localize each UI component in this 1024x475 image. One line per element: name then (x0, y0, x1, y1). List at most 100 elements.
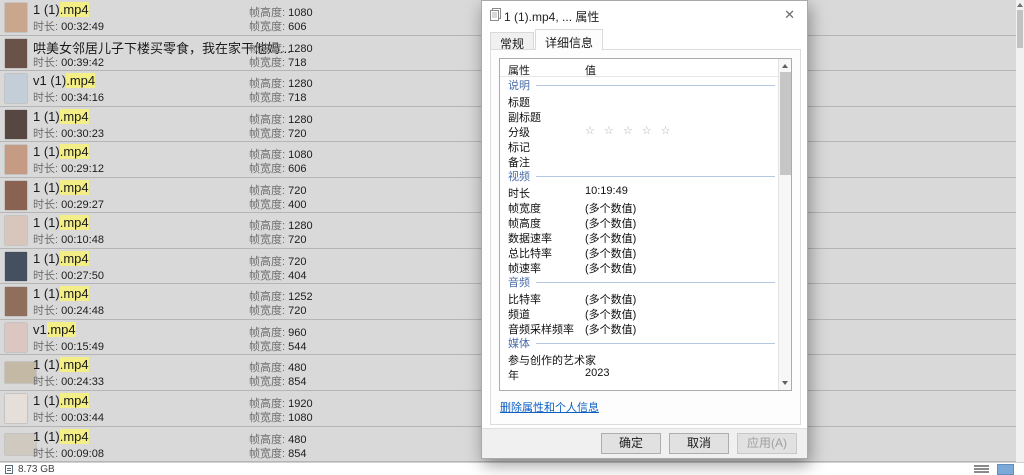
dialog-footer: 确定 取消 应用(A) (482, 428, 807, 458)
file-name: 1 (1).mp4 (33, 180, 89, 195)
property-row[interactable]: 数据速率 (多个数值) (500, 229, 778, 244)
property-row[interactable]: 年 2023 (500, 366, 778, 381)
column-header-property[interactable]: 属性 (508, 62, 530, 78)
property-section-header: 视频 (500, 168, 778, 184)
dialog-titlebar[interactable]: 1 (1).mp4, ... 属性 ✕ (482, 1, 807, 29)
file-name: 1 (1).mp4 (33, 215, 89, 230)
file-frame-width: 帧宽度: 400 (249, 196, 306, 212)
explorer-window: 1 (1).mp4 时长: 00:32:49 帧高度: 1080 帧宽度: 60… (0, 0, 1024, 475)
file-name: 1 (1).mp4 (33, 286, 89, 301)
property-row[interactable] (500, 381, 778, 387)
properties-listbox: 属性 值 说明 标题 副标题 分级 ☆ ☆ ☆ ☆ ☆ 标记 备注 视频 时长 … (499, 58, 792, 391)
scroll-up-icon[interactable] (782, 64, 788, 68)
file-name: 1 (1).mp4 (33, 144, 89, 159)
details-tab-page: 属性 值 说明 标题 副标题 分级 ☆ ☆ ☆ ☆ ☆ 标记 备注 视频 时长 … (490, 49, 801, 425)
property-row[interactable]: 分级 ☆ ☆ ☆ ☆ ☆ (500, 123, 778, 138)
column-header-value[interactable]: 值 (585, 62, 596, 78)
property-section-header: 说明 (500, 77, 778, 93)
property-row[interactable]: 备注 (500, 153, 778, 168)
property-row[interactable]: 参与创作的艺术家 (500, 351, 778, 366)
apply-button: 应用(A) (737, 433, 797, 454)
video-thumbnail (5, 394, 27, 423)
scroll-up-icon[interactable] (1017, 3, 1023, 7)
multiple-files-icon (489, 8, 502, 27)
section-label: 音频 (508, 274, 530, 290)
view-toggles (974, 464, 1014, 475)
file-frame-width: 帧宽度: 854 (249, 373, 306, 389)
section-label: 说明 (508, 77, 530, 93)
file-duration: 时长: 00:39:42 (33, 54, 104, 70)
file-duration: 时长: 00:09:08 (33, 445, 104, 461)
file-frame-width: 帧宽度: 1080 (249, 409, 313, 425)
property-row[interactable]: 帧速率 (多个数值) (500, 259, 778, 274)
scrollbar-thumb[interactable] (780, 72, 791, 175)
cancel-button[interactable]: 取消 (669, 433, 729, 454)
scroll-down-icon[interactable] (782, 381, 788, 385)
tab-general[interactable]: 常规 (490, 32, 534, 50)
video-thumbnail (5, 74, 27, 103)
file-name: 1 (1).mp4 (33, 109, 89, 124)
ok-button[interactable]: 确定 (601, 433, 661, 454)
property-row[interactable]: 帧高度 (多个数值) (500, 214, 778, 229)
property-row[interactable]: 音频采样频率 (多个数值) (500, 320, 778, 335)
video-thumbnail (5, 145, 27, 174)
file-name: 1 (1).mp4 (33, 393, 89, 408)
property-row[interactable]: 帧宽度 (多个数值) (500, 199, 778, 214)
file-name: 1 (1).mp4 (33, 429, 89, 444)
close-icon[interactable]: ✕ (784, 7, 795, 23)
status-left: 8.73 GB (5, 464, 55, 475)
properties-rows: 属性 值 说明 标题 副标题 分级 ☆ ☆ ☆ ☆ ☆ 标记 备注 视频 时长 … (500, 59, 778, 390)
property-value: 2023 (585, 367, 609, 379)
file-duration: 时长: 00:24:48 (33, 302, 104, 318)
file-duration: 时长: 00:10:48 (33, 231, 104, 247)
section-divider (536, 343, 775, 344)
details-view-icon[interactable] (974, 464, 989, 474)
file-frame-width: 帧宽度: 720 (249, 231, 306, 247)
video-thumbnail (5, 110, 27, 139)
property-row[interactable]: 比特率 (多个数值) (500, 290, 778, 305)
file-name: v1 (1).mp4 (33, 73, 95, 88)
file-duration: 时长: 00:30:23 (33, 125, 104, 141)
file-frame-width: 帧宽度: 606 (249, 18, 306, 34)
property-row[interactable]: 标记 (500, 138, 778, 153)
file-duration: 时长: 00:24:33 (33, 373, 104, 389)
file-frame-width: 帧宽度: 606 (249, 160, 306, 176)
section-divider (536, 85, 775, 86)
property-row[interactable]: 总比特率 (多个数值) (500, 244, 778, 259)
properties-dialog: 1 (1).mp4, ... 属性 ✕ 常规 详细信息 属性 值 说明 标题 副… (481, 0, 808, 459)
selection-size-text: 8.73 GB (18, 464, 55, 475)
section-divider (536, 282, 775, 283)
file-duration: 时长: 00:15:49 (33, 338, 104, 354)
explorer-vertical-scrollbar[interactable] (1016, 0, 1024, 462)
property-section-header: 音频 (500, 274, 778, 290)
section-label: 媒体 (508, 335, 530, 351)
thumbnails-view-icon[interactable] (997, 464, 1014, 475)
file-duration: 时长: 00:03:44 (33, 409, 104, 425)
video-thumbnail (5, 39, 27, 68)
file-frame-width: 帧宽度: 720 (249, 125, 306, 141)
video-thumbnail (5, 3, 27, 32)
video-thumbnail (5, 252, 27, 281)
remove-properties-link[interactable]: 删除属性和个人信息 (500, 399, 599, 415)
file-name: v1.mp4 (33, 322, 76, 337)
property-section-header: 媒体 (500, 335, 778, 351)
listbox-scrollbar[interactable] (778, 59, 791, 390)
video-thumbnail (5, 181, 27, 210)
tab-details[interactable]: 详细信息 (535, 29, 603, 50)
file-duration: 时长: 00:34:16 (33, 89, 104, 105)
listbox-header: 属性 值 (500, 59, 778, 77)
property-row[interactable]: 时长 10:19:49 (500, 184, 778, 199)
property-row[interactable]: 频道 (多个数值) (500, 305, 778, 320)
dialog-title: 1 (1).mp4, ... 属性 (504, 8, 599, 25)
scrollbar-thumb[interactable] (1017, 10, 1023, 48)
tab-strip: 常规 详细信息 (490, 29, 604, 50)
property-row[interactable]: 副标题 (500, 108, 778, 123)
file-name: 1 (1).mp4 (33, 357, 89, 372)
section-divider (536, 176, 775, 177)
file-duration: 时长: 00:29:12 (33, 160, 104, 176)
property-row[interactable]: 标题 (500, 93, 778, 108)
file-frame-width: 帧宽度: 544 (249, 338, 306, 354)
property-value: ☆ ☆ ☆ ☆ ☆ (585, 124, 674, 137)
video-thumbnail (5, 287, 27, 316)
file-frame-width: 帧宽度: 720 (249, 302, 306, 318)
